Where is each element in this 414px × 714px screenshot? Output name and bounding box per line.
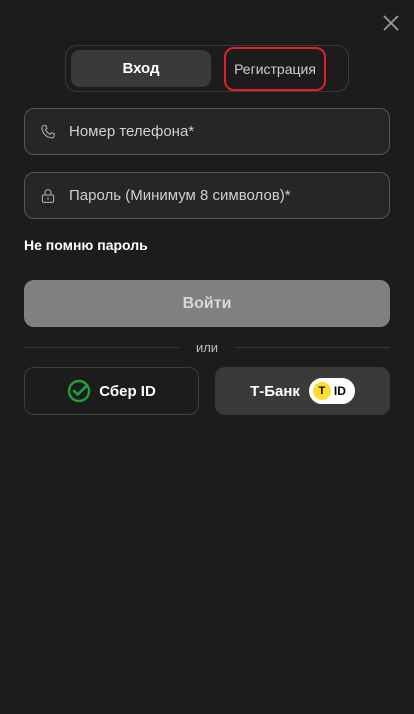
tbank-id-text: ID: [333, 384, 346, 398]
forgot-password-link[interactable]: Не помню пароль: [24, 237, 148, 253]
tbank-shield-icon: T: [312, 382, 331, 400]
lock-icon: [39, 187, 57, 205]
tab-login[interactable]: Вход: [71, 50, 211, 87]
tbank-label: Т-Банк: [250, 382, 300, 400]
divider-line-left: [24, 347, 179, 348]
auth-tabs: Вход Регистрация: [65, 45, 349, 92]
login-screen: Вход Регистрация Номер телефона* Пароль …: [0, 0, 414, 714]
tbank-id-button[interactable]: Т-Банк T ID: [215, 367, 390, 415]
tbank-id-badge: T ID: [308, 378, 355, 404]
sber-logo-icon: [67, 379, 91, 403]
sber-id-label: Сбер ID: [99, 382, 156, 400]
divider-line-right: [235, 347, 390, 348]
phone-icon: [39, 123, 57, 141]
tab-register[interactable]: Регистрация: [224, 47, 326, 91]
close-icon: [383, 15, 399, 31]
divider-text: или: [195, 340, 219, 355]
submit-button[interactable]: Войти: [24, 280, 390, 327]
close-button[interactable]: [380, 12, 402, 34]
phone-placeholder: Номер телефона*: [69, 123, 195, 140]
password-field[interactable]: Пароль (Минимум 8 символов)*: [24, 172, 390, 219]
password-placeholder: Пароль (Минимум 8 символов)*: [69, 187, 291, 204]
sber-id-button[interactable]: Сбер ID: [24, 367, 199, 415]
phone-field[interactable]: Номер телефона*: [24, 108, 390, 155]
